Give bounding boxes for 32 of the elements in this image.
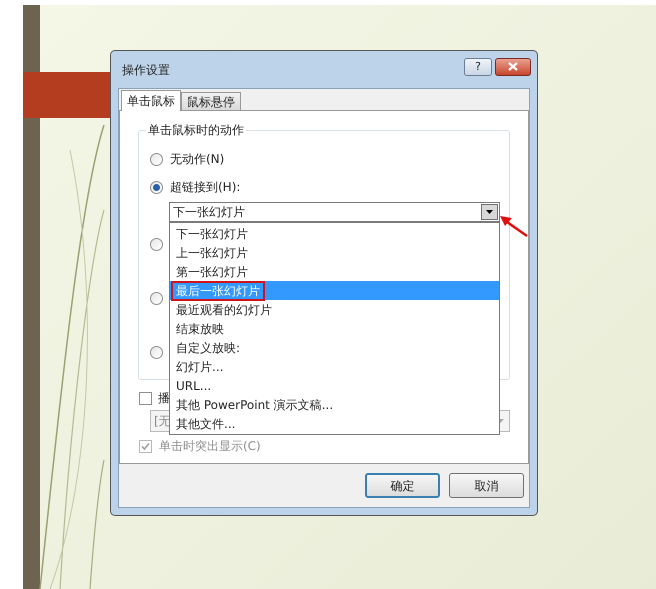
dropdown-option[interactable]: 结束放映 xyxy=(170,319,499,338)
radio-button[interactable] xyxy=(150,346,163,358)
dropdown-option[interactable]: 自定义放映: xyxy=(170,338,499,357)
checkbox[interactable] xyxy=(139,392,152,404)
radio-label: 超链接到(H): xyxy=(170,179,240,196)
tab[interactable]: 鼠标悬停 xyxy=(181,92,241,110)
help-button[interactable]: ? xyxy=(464,58,492,76)
radio-button[interactable] xyxy=(150,238,163,250)
dialog-button[interactable]: 取消 xyxy=(449,473,524,498)
dropdown-option[interactable]: 其他文件... xyxy=(170,414,499,433)
dropdown-option[interactable]: 最近观看的幻灯片 xyxy=(170,300,499,319)
group-title: 单击鼠标时的动作 xyxy=(146,122,246,138)
combo-value: 下一张幻灯片 xyxy=(173,204,245,221)
radio-label: 无动作(N) xyxy=(170,151,224,168)
radio-button[interactable] xyxy=(150,292,163,304)
hyperlink-combo[interactable]: 下一张幻灯片 xyxy=(169,202,500,222)
checkbox-label: 单击时突出显示(C) xyxy=(159,438,261,455)
close-icon xyxy=(508,62,518,71)
dropdown-option[interactable]: 下一张幻灯片 xyxy=(170,224,499,243)
tab[interactable]: 单击鼠标 xyxy=(121,90,181,111)
annotation-arrow xyxy=(499,214,529,238)
dropdown-option[interactable]: 幻灯片... xyxy=(170,357,499,376)
window-title: 操作设置 xyxy=(122,62,170,78)
checkbox-label: 播 xyxy=(158,390,170,407)
dropdown-option[interactable]: 第一张幻灯片 xyxy=(170,262,499,281)
close-button[interactable] xyxy=(495,58,531,76)
dropdown-option[interactable]: URL... xyxy=(170,376,499,395)
radio-button[interactable] xyxy=(150,152,163,166)
radio-button[interactable] xyxy=(150,180,163,194)
dropdown-option[interactable]: 上一张幻灯片 xyxy=(170,243,499,262)
dialog-button[interactable]: 确定 xyxy=(365,473,440,498)
dropdown-option[interactable]: 其他 PowerPoint 演示文稿... xyxy=(170,395,499,414)
